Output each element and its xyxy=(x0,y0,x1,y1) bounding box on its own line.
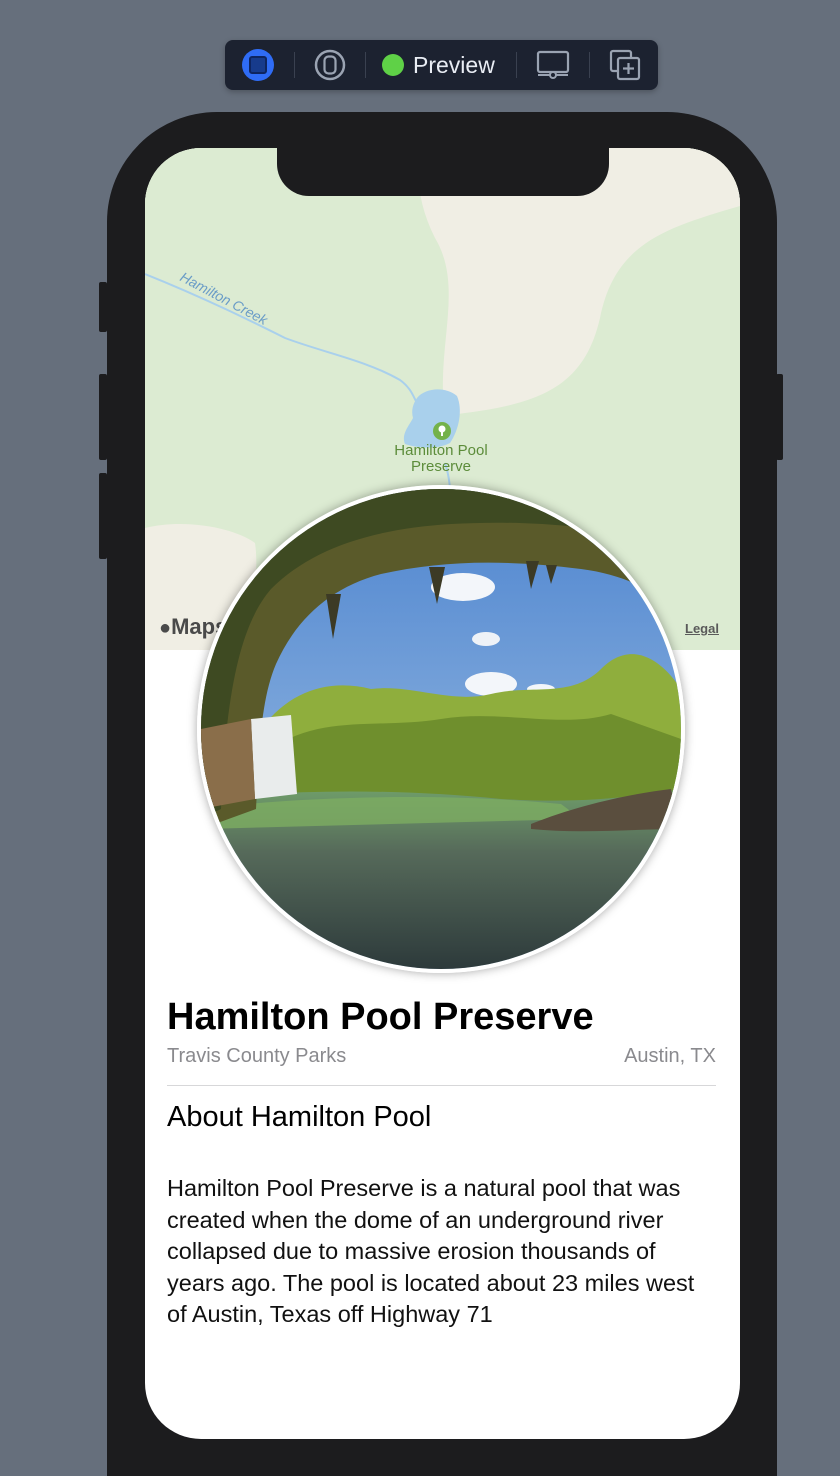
toolbar-divider xyxy=(294,52,295,78)
device-settings-button[interactable] xyxy=(534,40,572,90)
selectable-icon xyxy=(314,49,346,81)
about-heading: About Hamilton Pool xyxy=(167,1101,432,1133)
preview-mode-button[interactable]: Preview xyxy=(382,40,502,90)
mute-switch xyxy=(99,282,107,332)
legal-link[interactable]: Legal xyxy=(685,621,719,636)
selectable-button[interactable] xyxy=(312,40,348,90)
park-title: Hamilton Pool Preserve xyxy=(167,996,594,1038)
toolbar-divider xyxy=(365,52,366,78)
preview-label: Preview xyxy=(413,51,495,78)
preview-status-dot xyxy=(382,54,404,76)
toolbar-divider xyxy=(516,52,517,78)
landmark-photo xyxy=(197,485,685,973)
duplicate-icon xyxy=(609,49,641,81)
device-settings-icon xyxy=(536,50,570,79)
volume-up-button xyxy=(99,374,107,460)
toolbar-divider xyxy=(589,52,590,78)
power-button xyxy=(776,374,783,460)
park-subtitle: Travis County Parks xyxy=(167,1045,347,1067)
poi-label-line2: Preserve xyxy=(410,458,472,475)
park-location: Austin, TX xyxy=(624,1045,716,1067)
volume-down-button xyxy=(99,473,107,559)
phone-notch xyxy=(277,148,609,196)
poi-label[interactable]: Hamilton Pool Preserve xyxy=(381,443,501,475)
hamilton-pool-image xyxy=(201,489,681,969)
park-description: Hamilton Pool Preserve is a natural pool… xyxy=(167,1175,695,1327)
apple-icon: ● xyxy=(159,617,172,639)
duplicate-preview-button[interactable] xyxy=(606,40,644,90)
live-preview-button[interactable] xyxy=(240,40,276,90)
section-divider xyxy=(167,1085,716,1086)
live-preview-icon xyxy=(242,49,274,81)
phone-screen: Hamilton Creek Hamilton Pool Preserve ●M… xyxy=(145,148,740,1439)
poi-label-line1: Hamilton Pool xyxy=(394,442,488,459)
